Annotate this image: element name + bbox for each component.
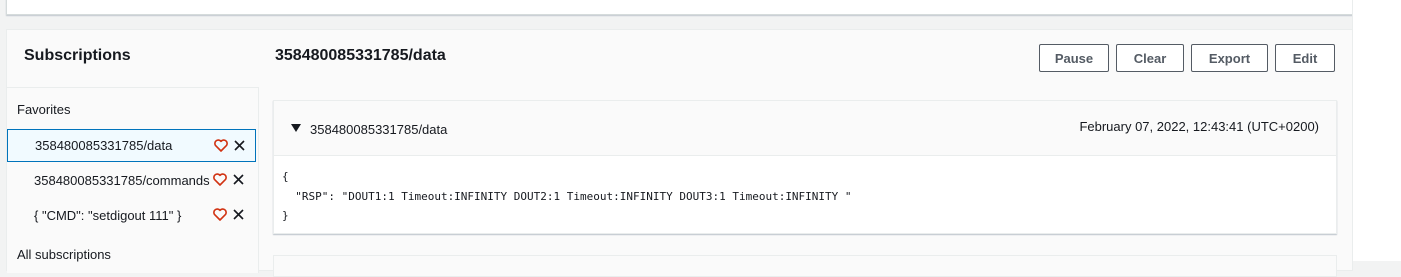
favorite-item-cmd[interactable]: { "CMD": "setdigout 111" } <box>7 199 256 232</box>
previous-section-card <box>6 0 1381 15</box>
favorite-item-label: { "CMD": "setdigout 111" } <box>34 208 182 223</box>
favorite-item-commands[interactable]: 358480085331785/commands <box>7 164 256 197</box>
pause-button[interactable]: Pause <box>1039 44 1109 72</box>
close-icon[interactable] <box>232 173 245 186</box>
heart-outline-icon[interactable] <box>214 139 228 152</box>
payload-line: "RSP": "DOUT1:1 Timeout:INFINITY DOUT2:1… <box>282 189 852 203</box>
all-subscriptions-heading: All subscriptions <box>17 247 111 262</box>
clear-button[interactable]: Clear <box>1116 44 1184 72</box>
subscriptions-title: Subscriptions <box>24 47 131 64</box>
message-topic: 358480085331785/data <box>310 122 448 137</box>
close-icon[interactable] <box>233 139 246 152</box>
payload-line: } <box>282 209 289 222</box>
caret-down-icon[interactable] <box>291 124 301 132</box>
favorite-item-data[interactable]: 358480085331785/data <box>7 129 256 162</box>
message-header[interactable]: 358480085331785/data February 07, 2022, … <box>274 101 1336 156</box>
page-gutter <box>1352 0 1401 261</box>
export-button[interactable]: Export <box>1191 44 1268 72</box>
close-icon[interactable] <box>232 208 245 221</box>
subscriptions-sidebar: Favorites 358480085331785/data 358480085… <box>7 87 259 273</box>
favorite-item-label: 358480085331785/data <box>35 138 173 153</box>
edit-button[interactable]: Edit <box>1275 44 1335 72</box>
topic-title: 358480085331785/data <box>275 47 446 64</box>
favorites-heading: Favorites <box>17 102 71 117</box>
next-message-card <box>273 255 1337 277</box>
subscriptions-panel: Subscriptions Favorites 358480085331785/… <box>6 29 1353 277</box>
heart-outline-icon[interactable] <box>213 173 227 186</box>
heart-outline-icon[interactable] <box>213 208 227 221</box>
favorite-item-label: 358480085331785/commands <box>34 173 210 188</box>
message-timestamp: February 07, 2022, 12:43:41 (UTC+0200) <box>1079 119 1319 134</box>
payload-line: { <box>282 170 289 183</box>
message-card: 358480085331785/data February 07, 2022, … <box>273 100 1337 234</box>
message-payload: { "RSP": "DOUT1:1 Timeout:INFINITY DOUT2… <box>282 167 852 226</box>
